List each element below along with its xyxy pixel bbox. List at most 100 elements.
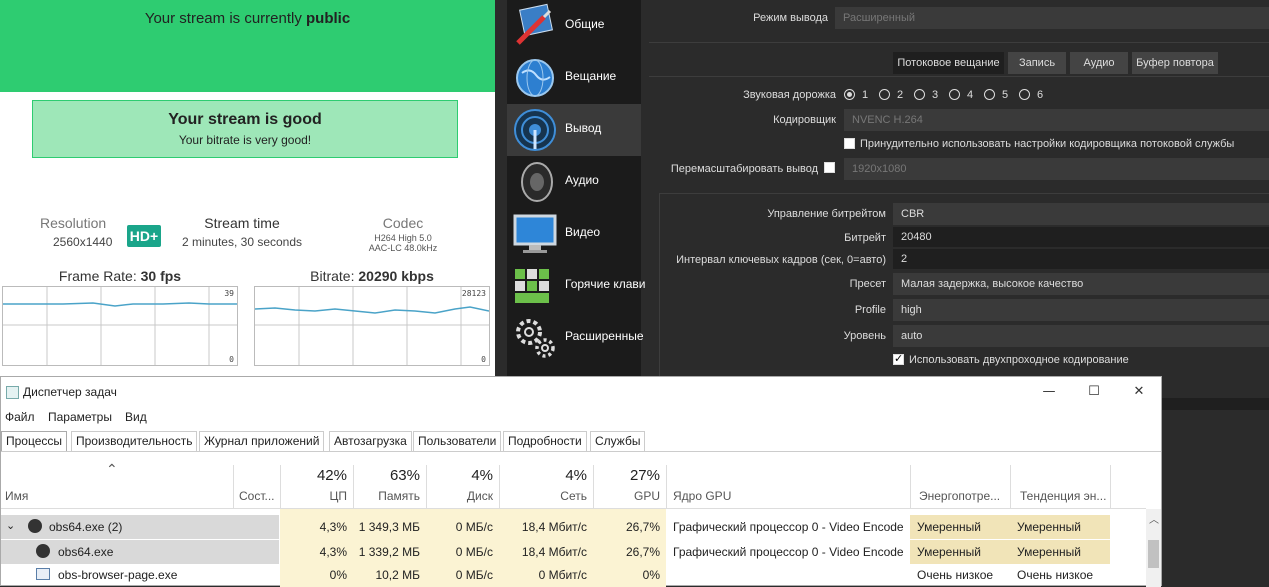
bitrate-max: 28123: [461, 289, 486, 298]
chevron-down-icon[interactable]: ⌄: [6, 519, 15, 532]
tabs-divider: [1, 451, 1161, 452]
encoder-select[interactable]: NVENC H.264: [844, 109, 1269, 131]
sidebar-item-output[interactable]: Вывод: [507, 104, 641, 156]
row-highlight: [1, 515, 279, 539]
close-button[interactable]: ✕: [1116, 379, 1162, 405]
process-memory: 10,2 МБ: [375, 568, 420, 582]
sidebar-label-hotkeys: Горячие клави: [565, 277, 646, 291]
audio-track-radio-4[interactable]: [949, 89, 960, 100]
sidebar-item-stream[interactable]: Вещание: [507, 52, 641, 104]
framerate-max: 39: [224, 289, 234, 298]
col-header-name[interactable]: Имя: [5, 489, 28, 503]
stream-visibility-banner: Your stream is currently public: [0, 0, 495, 92]
two-pass-checkbox[interactable]: [893, 352, 904, 365]
keyframe-input[interactable]: 2: [893, 249, 1269, 269]
scrollbar-thumb[interactable]: [1148, 540, 1159, 568]
framerate-value: 30 fps: [140, 268, 182, 284]
col-header-gpu-engine[interactable]: Ядро GPU: [673, 489, 731, 503]
tab-app-history[interactable]: Журнал приложений: [199, 431, 325, 452]
output-mode-select[interactable]: Расширенный: [835, 7, 1269, 29]
bitrate-label: Bitrate:: [310, 268, 355, 284]
sidebar-item-video[interactable]: Видео: [507, 208, 641, 260]
process-gpu: 26,7%: [625, 545, 660, 559]
bitrate-input[interactable]: 20480: [893, 227, 1269, 247]
tab-startup[interactable]: Автозагрузка: [329, 431, 412, 452]
sidebar-item-hotkeys[interactable]: Горячие клави: [507, 260, 646, 312]
encoder-label: Кодировщик: [773, 114, 836, 126]
maximize-button[interactable]: ☐: [1071, 379, 1117, 405]
col-header-cpu[interactable]: ЦП: [283, 489, 347, 503]
table-row[interactable]: obs-browser-page.exe 0% 10,2 МБ 0 МБ/с 0…: [1, 563, 1146, 587]
audio-track-label-1: 1: [862, 89, 869, 101]
level-label: Уровень: [843, 330, 886, 342]
audio-track-radio-3[interactable]: [914, 89, 925, 100]
preset-select[interactable]: Малая задержка, высокое качество: [893, 273, 1269, 295]
profile-select[interactable]: high: [893, 299, 1269, 321]
tab-processes[interactable]: Процессы: [1, 431, 68, 452]
col-header-power-trend[interactable]: Тенденция эн...: [1020, 489, 1106, 503]
two-pass-label: Использовать двухпроходное кодирование: [909, 354, 1129, 366]
tab-performance[interactable]: Производительность: [71, 431, 198, 452]
obs-app-icon: [36, 544, 50, 558]
process-network: 18,4 Мбит/с: [521, 520, 587, 534]
process-name: obs-browser-page.exe: [58, 568, 178, 582]
stream-health-panel: Your stream is currently public Your str…: [0, 0, 495, 376]
process-gpu-engine: Графический процессор 0 - Video Encode: [673, 520, 904, 534]
resolution-label: Resolution: [40, 215, 107, 231]
menu-file[interactable]: Файл: [5, 410, 35, 424]
col-header-gpu[interactable]: GPU: [596, 489, 660, 503]
menu-view[interactable]: Вид: [125, 410, 147, 424]
process-cpu: 0%: [329, 568, 347, 582]
tab-users[interactable]: Пользователи: [413, 431, 502, 452]
column-separator: [666, 465, 667, 509]
col-header-disk[interactable]: Диск: [429, 489, 493, 503]
codec-label: Codec: [382, 215, 424, 231]
cpu-total: 42%: [316, 467, 347, 484]
tab-recording[interactable]: Запись: [1008, 52, 1066, 74]
process-disk: 0 МБ/с: [455, 568, 493, 582]
partial-field: [1162, 398, 1269, 410]
minimize-button[interactable]: —: [1026, 379, 1072, 405]
table-row[interactable]: ⌄ obs64.exe (2) 4,3% 1 349,3 МБ 0 МБ/с 1…: [1, 515, 1146, 539]
col-header-network[interactable]: Сеть: [502, 489, 587, 503]
tab-details[interactable]: Подробности: [503, 431, 587, 452]
column-separator: [280, 465, 281, 509]
col-header-status[interactable]: Сост...: [239, 489, 275, 503]
audio-track-radio-1[interactable]: [844, 89, 855, 100]
obs-app-icon: [28, 519, 42, 533]
process-power-trend: Очень низкое: [1017, 568, 1094, 582]
tab-replay-buffer[interactable]: Буфер повтора: [1132, 52, 1218, 74]
framerate-graph: 39 0: [2, 286, 238, 366]
audio-track-label-6: 6: [1037, 89, 1044, 101]
sidebar-item-advanced[interactable]: Расширенные: [507, 312, 644, 364]
process-memory: 1 349,3 МБ: [358, 520, 420, 534]
tab-streaming[interactable]: Потоковое вещание: [893, 52, 1004, 74]
sidebar-item-audio[interactable]: Аудио: [507, 156, 641, 208]
audio-track-radio-5[interactable]: [984, 89, 995, 100]
sidebar-item-general[interactable]: Общие: [507, 0, 641, 52]
process-power: Умеренный: [917, 545, 981, 559]
audio-track-radio-2[interactable]: [879, 89, 890, 100]
rescale-checkbox[interactable]: [824, 162, 835, 173]
process-name: obs64.exe: [58, 545, 114, 559]
rate-control-select[interactable]: CBR: [893, 203, 1269, 225]
obs-settings-sidebar: Общие Вещание Вывод Аудио Видео Горячие …: [507, 0, 646, 376]
enforce-encoder-checkbox[interactable]: [844, 138, 855, 149]
tab-audio[interactable]: Аудио: [1070, 52, 1128, 74]
sidebar-label-output: Вывод: [565, 121, 602, 135]
col-header-power[interactable]: Энергопотре...: [919, 489, 1000, 503]
col-header-memory[interactable]: Память: [356, 489, 420, 503]
rate-control-label: Управление битрейтом: [767, 208, 886, 220]
tab-services[interactable]: Службы: [590, 431, 646, 452]
level-select[interactable]: auto: [893, 325, 1269, 347]
menu-options[interactable]: Параметры: [48, 410, 112, 424]
rescale-select[interactable]: 1920x1080: [844, 158, 1269, 180]
gpu-total: 27%: [629, 467, 660, 484]
column-separator: [353, 465, 354, 509]
audio-track-label-5: 5: [1002, 89, 1009, 101]
scroll-up-icon[interactable]: ︿: [1149, 511, 1159, 526]
keyframe-label: Интервал ключевых кадров (сек, 0=авто): [676, 254, 886, 266]
audio-track-radio-6[interactable]: [1019, 89, 1030, 100]
table-row[interactable]: obs64.exe 4,3% 1 339,2 МБ 0 МБ/с 18,4 Мб…: [1, 540, 1146, 564]
stream-health-subtitle: Your bitrate is very good!: [178, 133, 312, 147]
